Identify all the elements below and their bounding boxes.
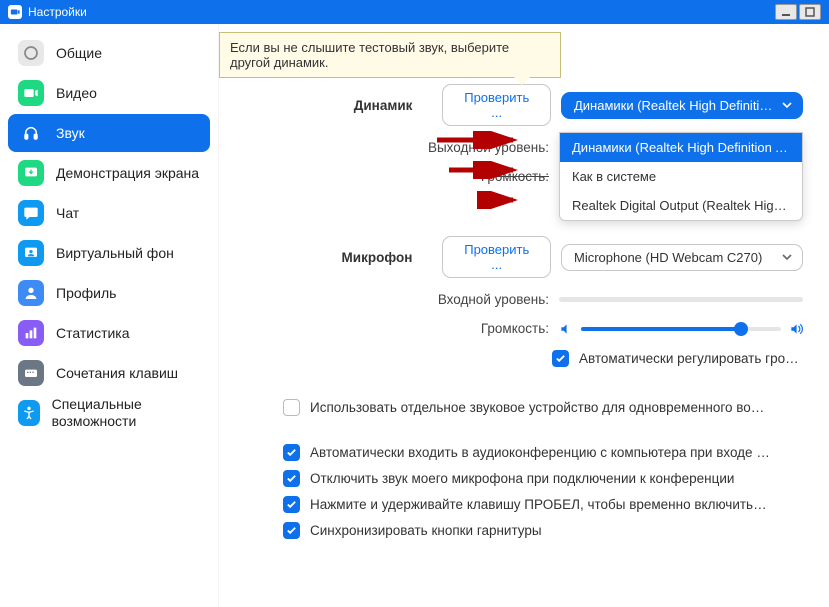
chat-icon [18,200,44,226]
sidebar: Общие Видео Звук Демонстрация экрана Чат… [0,24,219,607]
annotation-arrow-2 [447,161,521,179]
chevron-down-icon [782,252,792,262]
test-microphone-button[interactable]: Проверить ... [442,236,551,278]
sidebar-item-label: Общие [56,45,102,61]
sidebar-item-label: Видео [56,85,97,101]
space-unmute-label: Нажмите и удерживайте клавишу ПРОБЕЛ, чт… [310,497,770,512]
separate-device-label: Использовать отдельное звуковое устройст… [310,400,770,415]
microphone-label: Микрофон [282,250,412,265]
sidebar-item-chat[interactable]: Чат [8,194,210,232]
auto-adjust-row: Автоматически регулировать гром... [219,350,803,367]
mute-on-join-label: Отключить звук моего микрофона при подкл… [310,471,734,486]
profile-icon [18,280,44,306]
virtual-bg-icon [18,240,44,266]
sidebar-item-label: Специальные возможности [52,396,200,430]
speaker-option-3[interactable]: Realtek Digital Output (Realtek High D..… [560,191,802,220]
window-minimize-button[interactable] [775,4,797,20]
sync-headset-row: Синхронизировать кнопки гарнитуры [283,522,803,539]
sidebar-item-label: Статистика [56,325,130,341]
sidebar-item-label: Сочетания клавиш [56,365,178,381]
sync-headset-label: Синхронизировать кнопки гарнитуры [310,523,542,538]
sidebar-item-label: Виртуальный фон [56,245,174,261]
stats-icon [18,320,44,346]
speaker-select[interactable]: Динамики (Realtek High Definitio... [561,92,803,119]
auto-adjust-label: Автоматически регулировать гром... [579,351,803,366]
mute-on-join-row: Отключить звук моего микрофона при подкл… [283,470,803,487]
microphone-volume-slider[interactable] [559,322,803,336]
sidebar-item-accessibility[interactable]: Специальные возможности [8,394,210,432]
sidebar-item-video[interactable]: Видео [8,74,210,112]
headphones-icon [18,120,44,146]
sidebar-item-general[interactable]: Общие [8,34,210,72]
share-screen-icon [18,160,44,186]
microphone-select[interactable]: Microphone (HD Webcam C270) [561,244,803,271]
titlebar: Настройки [0,0,829,24]
main-panel: Если вы не слышите тестовый звук, выбери… [219,24,829,607]
speaker-dropdown: Динамики (Realtek High Definition Au... … [559,132,803,221]
sync-headset-checkbox[interactable] [283,522,300,539]
auto-join-audio-row: Автоматически входить в аудиоконференцию… [283,444,803,461]
separate-device-checkbox[interactable] [283,399,300,416]
accessibility-icon [18,400,40,426]
sidebar-item-audio[interactable]: Звук [8,114,210,152]
app-icon [8,5,22,19]
space-unmute-checkbox[interactable] [283,496,300,513]
window-title: Настройки [28,5,87,19]
input-level-meter [559,297,803,302]
speaker-option-1[interactable]: Динамики (Realtek High Definition Au... [560,133,802,162]
auto-join-audio-checkbox[interactable] [283,444,300,461]
volume-high-icon [789,322,803,336]
auto-join-audio-label: Автоматически входить в аудиоконференцию… [310,445,770,460]
mute-on-join-checkbox[interactable] [283,470,300,487]
test-speaker-button[interactable]: Проверить ... [442,84,551,126]
keyboard-icon [18,360,44,386]
volume-low-icon [559,322,573,336]
separate-device-row: Использовать отдельное звуковое устройст… [283,399,803,416]
sidebar-item-shortcuts[interactable]: Сочетания клавиш [8,354,210,392]
speaker-label: Динамик [282,98,412,113]
window-maximize-button[interactable] [799,4,821,20]
sidebar-item-profile[interactable]: Профиль [8,274,210,312]
tooltip-speaker-hint: Если вы не слышите тестовый звук, выбери… [219,32,561,78]
annotation-arrow-1 [435,131,521,149]
sidebar-item-virtual-bg[interactable]: Виртуальный фон [8,234,210,272]
sidebar-item-share-screen[interactable]: Демонстрация экрана [8,154,210,192]
sidebar-item-label: Профиль [56,285,116,301]
video-icon [18,80,44,106]
auto-adjust-checkbox[interactable] [552,350,569,367]
space-unmute-row: Нажмите и удерживайте клавишу ПРОБЕЛ, чт… [283,496,803,513]
chevron-down-icon [782,100,792,110]
general-icon [18,40,44,66]
sidebar-item-stats[interactable]: Статистика [8,314,210,352]
speaker-option-2[interactable]: Как в системе [560,162,802,191]
annotation-arrow-3 [477,191,521,209]
sidebar-item-label: Звук [56,125,85,141]
sidebar-item-label: Демонстрация экрана [56,165,199,181]
microphone-volume-label: Громкость: [289,321,549,336]
input-level-label: Входной уровень: [289,292,549,307]
sidebar-item-label: Чат [56,205,79,221]
